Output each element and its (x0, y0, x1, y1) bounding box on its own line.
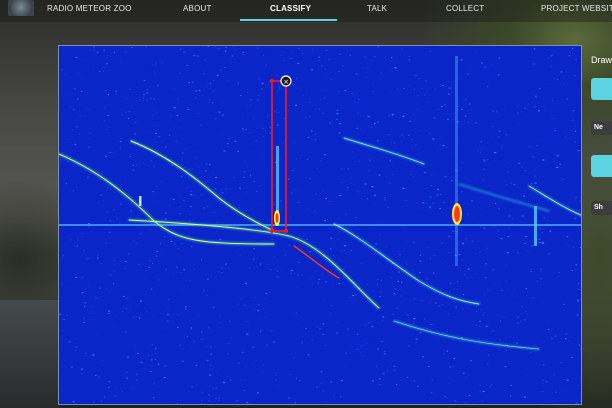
draw-tool-button[interactable] (591, 78, 612, 100)
top-navigation: RADIO METEOR ZOO ABOUT CLASSIFY TALK COL… (0, 0, 612, 22)
nav-project-website[interactable]: PROJECT WEBSITE (541, 4, 612, 13)
nav-collect[interactable]: COLLECT (446, 4, 484, 13)
new-drawing-button[interactable]: Ne (591, 121, 612, 135)
svg-text:×: × (283, 78, 289, 86)
nav-classify[interactable]: CLASSIFY (270, 4, 311, 13)
classification-side-panel: Draw Ne Sh (585, 45, 612, 245)
panel-title: Draw (591, 55, 612, 65)
show-button[interactable]: Sh (591, 201, 612, 215)
spectrogram-canvas[interactable]: × (58, 45, 582, 405)
project-logo[interactable] (8, 0, 34, 16)
active-tab-indicator (240, 19, 337, 21)
circle-handle-icon[interactable]: × (280, 75, 292, 87)
nav-about[interactable]: ABOUT (183, 4, 212, 13)
done-button[interactable] (591, 155, 612, 177)
spectrogram-image: × (59, 46, 581, 404)
site-title-link[interactable]: RADIO METEOR ZOO (47, 4, 132, 13)
background-lake (0, 300, 60, 408)
nav-talk[interactable]: TALK (367, 4, 387, 13)
